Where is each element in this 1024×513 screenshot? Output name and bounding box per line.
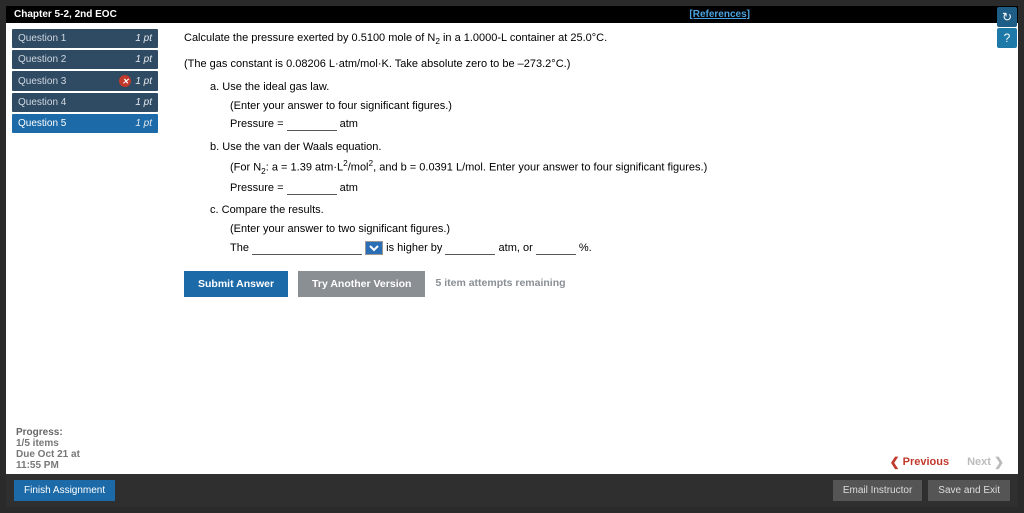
sidebar-item-pts: 1 pt bbox=[135, 118, 152, 129]
previous-link[interactable]: ❮Previous bbox=[890, 455, 950, 469]
sidebar-item-pts: 1 pt bbox=[135, 33, 152, 44]
sidebar-item-pts: 1 pt bbox=[135, 97, 152, 108]
progress-block: Progress: 1/5 items Due Oct 21 at 11:55 … bbox=[16, 427, 80, 471]
finish-assignment-button[interactable]: Finish Assignment bbox=[14, 480, 115, 501]
part-b: b. Use the van der Waals equation. bbox=[210, 138, 998, 157]
try-another-button[interactable]: Try Another Version bbox=[298, 271, 425, 297]
part-a: a. Use the ideal gas law. bbox=[210, 78, 998, 97]
part-c-answer-row: The is higher by atm, or %. bbox=[230, 239, 998, 258]
part-a-hint: (Enter your answer to four significant f… bbox=[230, 97, 998, 116]
compare-atm-input[interactable] bbox=[445, 242, 495, 255]
compare-pct-input[interactable] bbox=[536, 242, 576, 255]
sidebar-item-label: Question 5 bbox=[18, 118, 66, 129]
chevron-right-icon: ❯ bbox=[994, 455, 1004, 469]
sync-icon[interactable]: ↻ bbox=[997, 7, 1017, 27]
chevron-left-icon: ❮ bbox=[890, 455, 900, 469]
sidebar-item-q1[interactable]: Question 1 1 pt bbox=[12, 29, 158, 48]
sidebar-item-q4[interactable]: Question 4 1 pt bbox=[12, 93, 158, 112]
references-link[interactable]: [References] bbox=[689, 9, 750, 20]
attempts-remaining: 5 item attempts remaining bbox=[435, 275, 565, 293]
sidebar-item-q5[interactable]: Question 5 1 pt bbox=[12, 114, 158, 133]
sidebar-item-label: Question 4 bbox=[18, 97, 66, 108]
part-b-answer-row: Pressure = atm bbox=[230, 179, 998, 198]
sidebar-item-label: Question 2 bbox=[18, 54, 66, 65]
pressure-a-input[interactable] bbox=[287, 118, 337, 131]
chapter-title: Chapter 5-2, 2nd EOC bbox=[14, 9, 117, 20]
compare-which-input[interactable] bbox=[252, 242, 362, 255]
pressure-b-input[interactable] bbox=[287, 182, 337, 195]
compare-select[interactable] bbox=[365, 241, 383, 255]
header-bar: Chapter 5-2, 2nd EOC [References] bbox=[6, 6, 1018, 23]
footer-bar: Finish Assignment Email Instructor Save … bbox=[6, 474, 1018, 507]
sidebar-item-label: Question 3 bbox=[18, 76, 66, 87]
sidebar-item-q3[interactable]: Question 3 ✕ 1 pt bbox=[12, 71, 158, 91]
question-intro: Calculate the pressure exerted by 0.5100… bbox=[184, 29, 998, 49]
wrong-icon: ✕ bbox=[119, 75, 131, 87]
next-link: Next❯ bbox=[967, 455, 1004, 469]
question-body: Calculate the pressure exerted by 0.5100… bbox=[164, 23, 1018, 474]
sidebar-item-q2[interactable]: Question 2 1 pt bbox=[12, 50, 158, 69]
part-c-hint: (Enter your answer to two significant fi… bbox=[230, 220, 998, 239]
email-instructor-button[interactable]: Email Instructor bbox=[833, 480, 922, 501]
part-b-hint: (For N2: a = 1.39 atm·L2/mol2, and b = 0… bbox=[230, 157, 998, 179]
question-sidebar: Question 1 1 pt Question 2 1 pt Question… bbox=[6, 23, 164, 474]
save-and-exit-button[interactable]: Save and Exit bbox=[928, 480, 1010, 501]
help-icon[interactable]: ? bbox=[997, 28, 1017, 48]
sidebar-item-label: Question 1 bbox=[18, 33, 66, 44]
submit-answer-button[interactable]: Submit Answer bbox=[184, 271, 288, 297]
part-c: c. Compare the results. bbox=[210, 201, 998, 220]
gas-constant-note: (The gas constant is 0.08206 L·atm/mol·K… bbox=[184, 55, 998, 74]
sidebar-item-pts: 1 pt bbox=[135, 54, 152, 65]
part-a-answer-row: Pressure = atm bbox=[230, 115, 998, 134]
sidebar-item-pts: 1 pt bbox=[135, 76, 152, 87]
